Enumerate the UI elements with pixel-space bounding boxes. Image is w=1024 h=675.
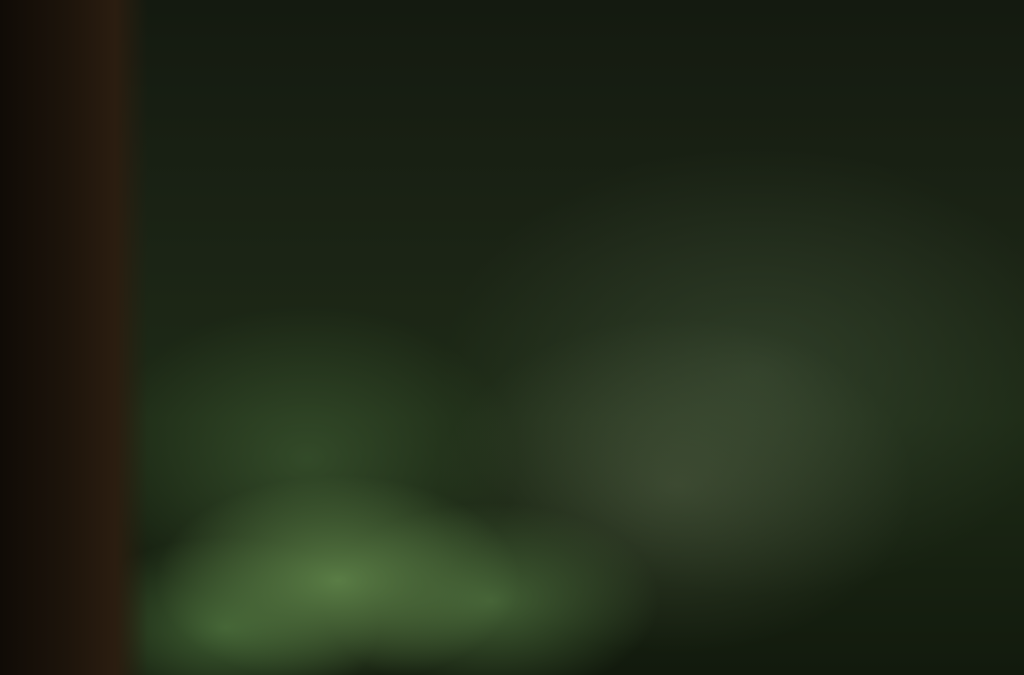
desktop: Screenshot 2025-0....51.29 PM Screenshot… xyxy=(0,0,1024,675)
desktop-wallpaper xyxy=(0,0,1024,675)
redwood-trunk-left xyxy=(0,0,148,675)
